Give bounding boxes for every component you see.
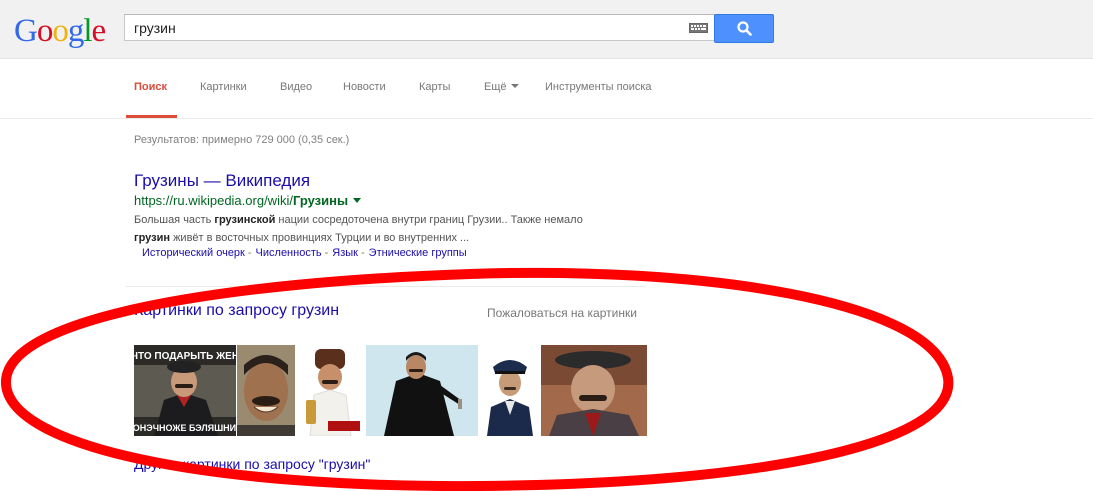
result-options-icon[interactable] (353, 198, 362, 203)
image-thumb[interactable] (296, 345, 365, 436)
sitelink-separator: - (247, 247, 252, 259)
sitelinks: Исторический очерк - Численность - Язык - Этни… (142, 247, 467, 259)
google-logo[interactable]: Google (14, 11, 107, 51)
image-thumb[interactable] (366, 345, 478, 436)
logo-letter: o (52, 13, 68, 49)
thumb-caption: КОНЭЧНОЖЕ БЭЛЯШНИЦ (134, 423, 236, 433)
more-images-link[interactable]: Другие картинки по запросу "грузин" (134, 456, 370, 472)
snippet-text: живёт в восточных провинциях Турции и во… (170, 232, 470, 244)
tab-search[interactable]: Поиск (134, 81, 167, 93)
search-icon (737, 21, 752, 36)
snippet-text: Большая часть (134, 214, 215, 226)
result-stats: Результатов: примерно 729 000 (0,35 сек.… (134, 134, 350, 146)
sitelink-population[interactable]: Численность (256, 247, 322, 259)
tab-maps[interactable]: Карты (419, 81, 450, 93)
search-box (124, 14, 715, 41)
logo-letter: g (67, 13, 84, 49)
thumb-caption: ЧТО ПОДАРЫТЬ ЖЕН (134, 351, 236, 362)
image-thumb[interactable] (481, 345, 539, 436)
snippet-highlight: грузинской (214, 214, 276, 226)
sitelink-language[interactable]: Язык (332, 247, 358, 259)
images-heading-link[interactable]: Картинки по запросу грузин (134, 302, 339, 320)
result-url: https://ru.wikipedia.org/wiki/Грузины (134, 193, 362, 208)
keyboard-icon[interactable] (689, 23, 708, 33)
sitelink-history[interactable]: Исторический очерк (142, 247, 245, 259)
image-thumb[interactable] (237, 345, 295, 436)
snippet-highlight: грузин (134, 232, 171, 244)
top-bar: Google (0, 0, 1093, 59)
logo-letter: o (36, 13, 53, 49)
image-thumb[interactable] (541, 345, 647, 436)
search-nav: Поиск Картинки Видео Новости Карты Ещё И… (0, 59, 1093, 119)
tab-news[interactable]: Новости (343, 81, 386, 93)
sitelink-ethnic-groups[interactable]: Этнические группы (369, 247, 467, 259)
search-input[interactable] (125, 15, 684, 40)
logo-letter: G (14, 13, 38, 49)
image-thumb[interactable]: ЧТО ПОДАРЫТЬ ЖЕН КОНЭЧНОЖЕ БЭЛЯШНИЦ (134, 345, 236, 436)
logo-letter: l (83, 13, 92, 49)
report-images-link[interactable]: Пожаловаться на картинки (487, 306, 637, 320)
logo-letter: e (91, 13, 107, 49)
tab-more-label: Ещё (484, 81, 507, 93)
result-snippet: Большая часть грузинской нации сосредото… (134, 211, 604, 247)
result-url-prefix: https://ru.wikipedia.org/wiki/ (134, 193, 293, 208)
sitelink-separator: - (324, 247, 329, 259)
section-divider (126, 286, 646, 287)
tab-search-tools[interactable]: Инструменты поиска (545, 81, 652, 93)
tab-images[interactable]: Картинки (200, 81, 247, 93)
result-title-link[interactable]: Грузины — Википедия (134, 171, 310, 191)
tab-more[interactable]: Ещё (484, 81, 519, 93)
sitelink-separator: - (361, 247, 365, 259)
result-url-bold: Грузины (292, 193, 349, 208)
chevron-down-icon (510, 84, 519, 88)
tab-video[interactable]: Видео (280, 81, 312, 93)
search-button[interactable] (714, 14, 774, 43)
active-tab-indicator (126, 115, 177, 118)
snippet-text: нации сосредоточена внутри границ Грузии… (275, 214, 583, 226)
